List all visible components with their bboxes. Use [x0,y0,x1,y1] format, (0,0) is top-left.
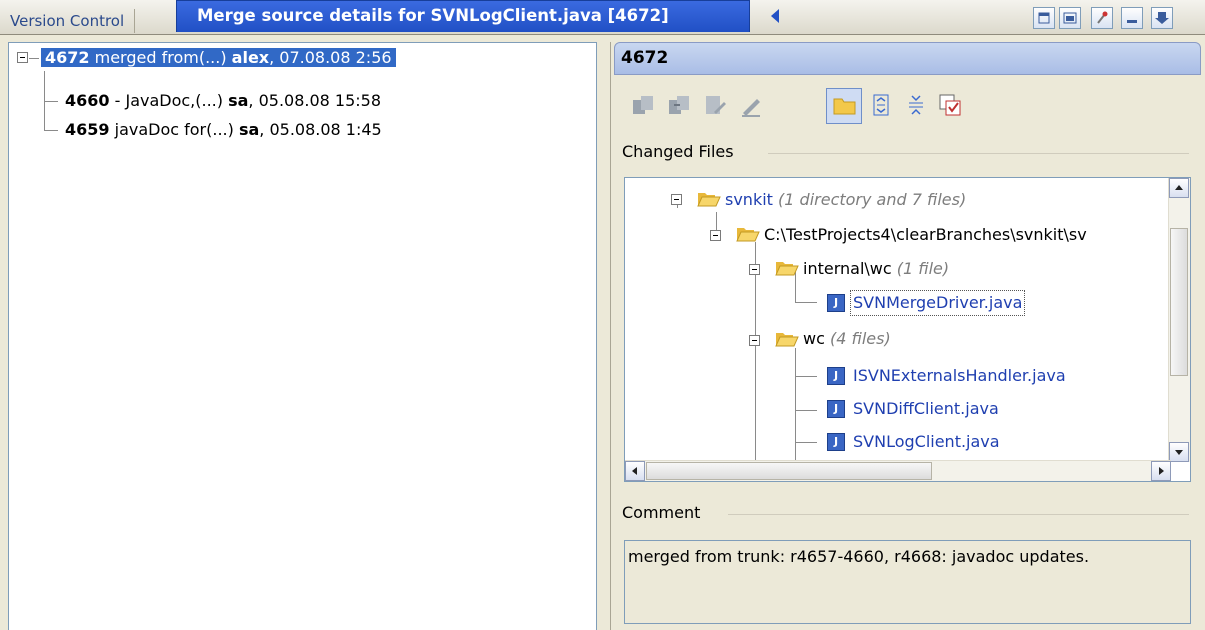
tree-node-child[interactable]: 4660 - JavaDoc,(...) sa, 05.08.08 15:58 [65,88,381,114]
scroll-down-button[interactable] [1169,442,1189,462]
scroll-up-button[interactable] [1169,178,1189,198]
java-file-icon: J [827,433,845,451]
horizontal-scrollbar[interactable] [625,460,1171,481]
commit-icon[interactable] [630,92,656,118]
tree-node-child[interactable]: 4659 javaDoc for(...) sa, 05.08.08 1:45 [65,117,382,143]
java-file-icon: J [827,294,845,312]
folder-path[interactable]: C:\TestProjects4\clearBranches\svnkit\sv [764,223,1087,247]
java-file-icon: J [827,367,845,385]
tab-scroll-left-icon[interactable] [771,9,779,23]
scroll-thumb[interactable] [1170,228,1188,376]
open-folder-icon [775,333,799,347]
open-folder-icon [775,262,799,276]
file-isvnexternalshandler[interactable]: ISVNExternalsHandler.java [853,364,1066,388]
expand-all-icon[interactable] [868,92,894,118]
float-window-icon[interactable] [1033,7,1055,29]
tree-node-root[interactable]: 4672 merged from(...) alex, 07.08.08 2:5… [40,45,397,71]
show-diff-icon[interactable] [937,92,963,118]
vertical-scrollbar[interactable] [1168,178,1190,462]
tab-version-control[interactable]: Version Control [0,9,136,33]
revision-header: 4672 [614,42,1201,75]
merge-source-tree[interactable]: 4672 merged from(...) alex, 07.08.08 2:5… [8,42,597,630]
open-folder-icon [697,193,721,207]
folder-icon [833,98,856,115]
minimize-icon[interactable] [1121,7,1143,29]
java-file-icon: J [827,400,845,418]
selected-revision: 4672 merged from(...) alex, 07.08.08 2:5… [40,47,397,68]
comment-textarea[interactable]: merged from trunk: r4657-4660, r4668: ja… [624,540,1191,624]
hide-window-icon[interactable] [1151,7,1173,29]
collapse-icon[interactable] [671,194,682,205]
file-svnlogclient[interactable]: SVNLogClient.java [853,430,1000,454]
group-by-directory-button[interactable] [826,88,862,124]
dock-window-icon[interactable] [1059,7,1081,29]
collapse-all-icon[interactable] [903,92,929,118]
comment-label: Comment [622,503,701,522]
edit-source-icon[interactable] [702,92,728,118]
pin-icon[interactable] [1091,7,1113,29]
collapse-icon[interactable] [710,230,721,241]
scroll-left-button[interactable] [625,461,645,481]
folder-wc[interactable]: wc (4 files) [803,327,891,351]
file-svnmergedriver[interactable]: SVNMergeDriver.java [849,290,1026,316]
collapse-icon[interactable] [749,264,760,275]
collapse-icon[interactable] [749,335,760,346]
tab-merge-source-details[interactable]: Merge source details for SVNLogClient.ja… [176,0,750,32]
scroll-right-button[interactable] [1151,461,1171,481]
open-folder-icon [736,228,760,242]
collapse-icon[interactable] [17,52,28,63]
folder-svnkit[interactable]: svnkit (1 directory and 7 files) [725,188,966,212]
pencil-icon[interactable] [738,92,764,118]
changed-files-label: Changed Files [622,142,734,161]
revert-icon[interactable] [666,92,692,118]
folder-internal-wc[interactable]: internal\wc (1 file) [803,257,949,281]
changed-files-tree[interactable]: svnkit (1 directory and 7 files) C:\Test… [624,177,1191,482]
scroll-thumb[interactable] [646,462,932,480]
file-svndiffclient[interactable]: SVNDiffClient.java [853,397,999,421]
